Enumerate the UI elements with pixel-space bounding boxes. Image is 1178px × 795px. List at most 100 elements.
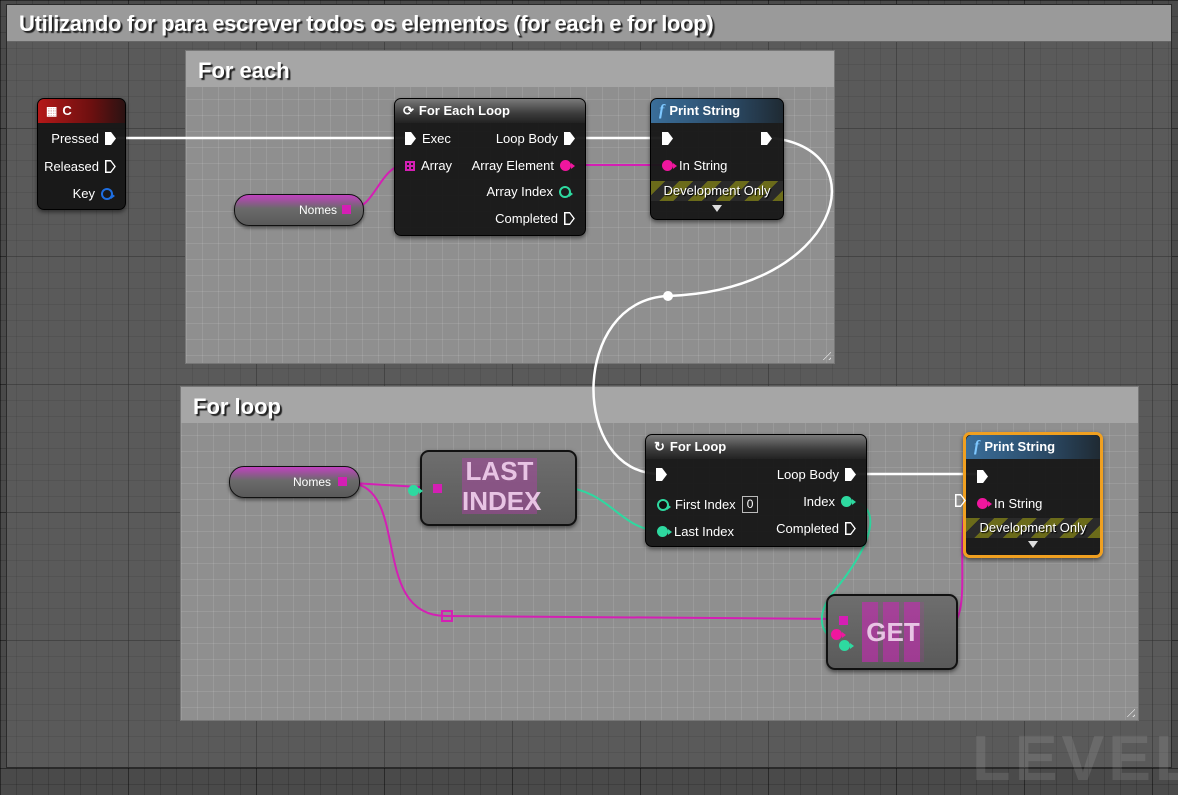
print-string-title: Print String [669,103,741,118]
key-event-title: C [62,103,72,118]
struct-pin-icon[interactable] [101,187,115,200]
string-pin-icon[interactable] [560,160,575,171]
integer-pin-icon[interactable] [559,185,573,198]
development-only-banner: Development Only [966,518,1100,538]
resize-handle-icon[interactable] [1123,705,1135,717]
pin-first-index-label: First Index [675,497,736,512]
for-loop-comment-title[interactable]: For loop [181,387,1138,423]
exec-pin-icon[interactable] [564,132,575,145]
array-pin-icon[interactable] [342,205,351,214]
pin-key-label: Key [72,186,95,201]
pin-released-label: Released [44,159,99,174]
exec-out-pin-icon[interactable] [761,132,772,145]
last-index-line1: LAST [465,456,534,486]
nomes-variable-node[interactable]: Nomes [234,194,364,226]
last-index-line2: INDEX [462,486,542,516]
pin-pressed-label: Pressed [51,131,99,146]
function-icon: f [974,438,980,455]
for-loop-title: For Loop [669,439,727,454]
pin-in-string[interactable]: In String [977,496,1042,511]
pin-array-element[interactable]: Array Element [471,158,575,173]
last-index-node[interactable]: LAST INDEX [408,450,577,526]
pin-completed[interactable]: Completed [776,521,856,536]
for-loop-node[interactable]: ↻ For Loop First Index 0 Last Index Loop… [645,434,867,547]
pin-completed-label: Completed [495,211,558,226]
outer-comment-title[interactable]: Utilizando for para escrever todos os el… [7,5,1171,42]
key-event-header[interactable]: ▦ C [38,99,125,123]
exec-in-pin-icon[interactable] [656,468,667,481]
string-pin-icon[interactable] [831,629,847,640]
nomes-variable-label: Nomes [298,203,337,217]
exec-out-pin-hollow-icon[interactable] [955,494,966,507]
exec-pin-hollow-icon[interactable] [105,160,116,173]
for-each-loop-node[interactable]: ⟳ For Each Loop Exec Array Loop Body Arr… [394,98,586,236]
pin-index-label: Index [803,494,835,509]
array-pin-icon[interactable] [433,484,442,493]
for-each-loop-title: For Each Loop [418,103,510,118]
pin-last-index[interactable]: Last Index [657,524,734,539]
pin-first-index[interactable]: First Index 0 [657,496,759,513]
pin-array-index[interactable]: Array Index [486,184,573,199]
for-each-comment-title[interactable]: For each [186,51,834,87]
loop-icon: ↻ [654,439,665,454]
pin-loop-body-label: Loop Body [495,131,558,146]
array-pin-icon[interactable] [338,477,347,486]
resize-handle-icon[interactable] [819,348,831,360]
pin-array-index-label: Array Index [486,184,553,199]
integer-pin-icon[interactable] [657,526,672,537]
array-grid-icon[interactable] [405,160,415,171]
loop-icon: ⟳ [403,103,414,118]
expand-arrow-icon[interactable] [712,205,722,212]
pin-array-element-label: Array Element [471,158,554,173]
exec-pin-icon[interactable] [105,132,116,145]
string-pin-icon[interactable] [977,498,992,509]
key-event-node[interactable]: ▦ C Pressed Released Key [37,98,126,210]
pin-index[interactable]: Index [803,494,856,509]
pin-loop-body[interactable]: Loop Body [777,467,856,482]
exec-pin-icon[interactable] [405,132,416,145]
nomes-variable-node[interactable]: Nomes [229,466,360,498]
pin-in-string-label: In String [679,158,728,173]
string-pin-icon[interactable] [662,160,677,171]
print-string-node-2[interactable]: f Print String In String Development Onl… [963,432,1103,558]
function-icon: f [659,102,665,119]
last-index-label: LAST INDEX [462,456,542,516]
pin-completed[interactable]: Completed [495,211,575,226]
pin-pressed[interactable]: Pressed [51,131,116,146]
get-array-node[interactable]: GET [826,594,958,670]
pin-exec[interactable]: Exec [405,131,451,146]
print-string-header[interactable]: f Print String [651,99,783,123]
expand-arrow-icon[interactable] [1028,541,1038,548]
development-only-banner: Development Only [651,181,783,201]
integer-pin-icon[interactable] [657,498,671,511]
print-string-header[interactable]: f Print String [966,435,1100,459]
nomes-variable-label: Nomes [292,475,331,489]
exec-in-pin-icon[interactable] [977,470,988,483]
exec-pin-icon[interactable] [845,468,856,481]
exec-pin-hollow-icon[interactable] [845,522,856,535]
pin-in-string[interactable]: In String [662,158,727,173]
pin-array-label: Array [421,158,453,173]
integer-pin-icon[interactable] [841,496,856,507]
pin-loop-body[interactable]: Loop Body [496,131,575,146]
exec-in-pin-icon[interactable] [662,132,673,145]
print-string-node-1[interactable]: f Print String In String Development Onl… [650,98,784,220]
for-loop-header[interactable]: ↻ For Loop [646,435,866,459]
pin-completed-label: Completed [776,521,839,536]
pin-released[interactable]: Released [44,159,116,174]
pin-loop-body-label: Loop Body [776,467,839,482]
keyboard-icon: ▦ [46,104,58,118]
pin-exec-label: Exec [422,131,451,146]
level-watermark: LEVEL [971,722,1178,794]
pin-last-index-label: Last Index [674,524,734,539]
print-string-title: Print String [984,439,1056,454]
first-index-value-input[interactable]: 0 [741,496,759,513]
integer-pin-icon[interactable] [839,640,854,651]
array-pin-icon[interactable] [839,616,848,625]
pin-array[interactable]: Array [405,158,452,173]
pin-in-string-label: In String [994,496,1043,511]
exec-pin-hollow-icon[interactable] [564,212,575,225]
pin-key[interactable]: Key [72,186,115,201]
integer-pin-icon[interactable] [408,485,423,496]
for-each-loop-header[interactable]: ⟳ For Each Loop [395,99,585,123]
